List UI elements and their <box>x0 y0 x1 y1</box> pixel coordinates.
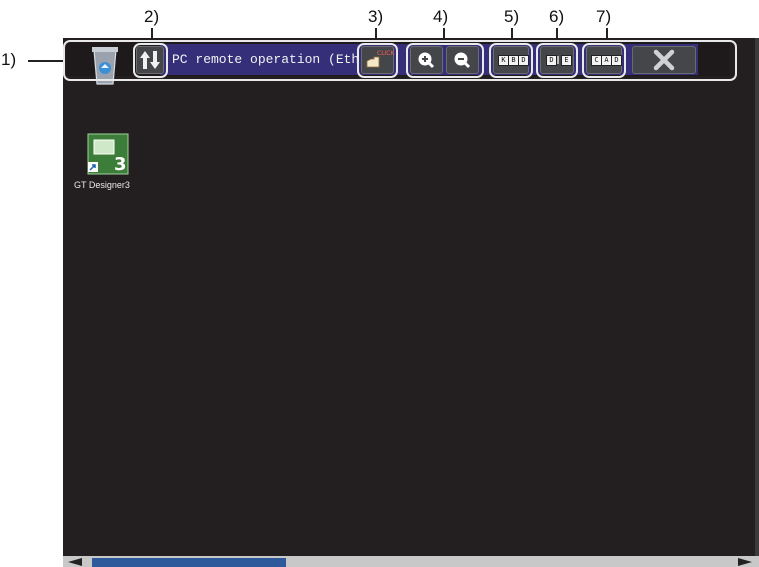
frame-5-keyboard <box>489 43 533 78</box>
vertical-scrollbar[interactable] <box>755 38 759 556</box>
callout-2: 2) <box>144 7 160 26</box>
desktop-shortcut-label: GT Designer3 <box>74 180 130 190</box>
callout-5: 5) <box>504 7 520 26</box>
frame-7-cad <box>582 43 626 78</box>
callout-3: 3) <box>368 7 384 26</box>
frame-3-click <box>357 43 398 78</box>
frame-2-toggle <box>133 43 168 78</box>
callout-7: 7) <box>596 7 612 26</box>
svg-text:3: 3 <box>114 154 127 175</box>
callout-6: 6) <box>549 7 565 26</box>
scroll-right-arrow-icon[interactable] <box>734 557 754 567</box>
remote-desktop-screen[interactable] <box>63 38 759 567</box>
callout-1: 1) <box>1 50 17 69</box>
scroll-left-arrow-icon[interactable] <box>66 557 86 567</box>
callout-4: 4) <box>433 7 449 26</box>
callout-1-leader <box>28 60 64 62</box>
desktop-shortcut-gt-designer3[interactable]: 3 <box>86 132 130 176</box>
gt-designer3-icon: 3 <box>87 133 129 175</box>
frame-6-de <box>536 43 578 78</box>
frame-4-zoom <box>406 43 484 78</box>
horizontal-scroll-thumb[interactable] <box>92 558 286 567</box>
